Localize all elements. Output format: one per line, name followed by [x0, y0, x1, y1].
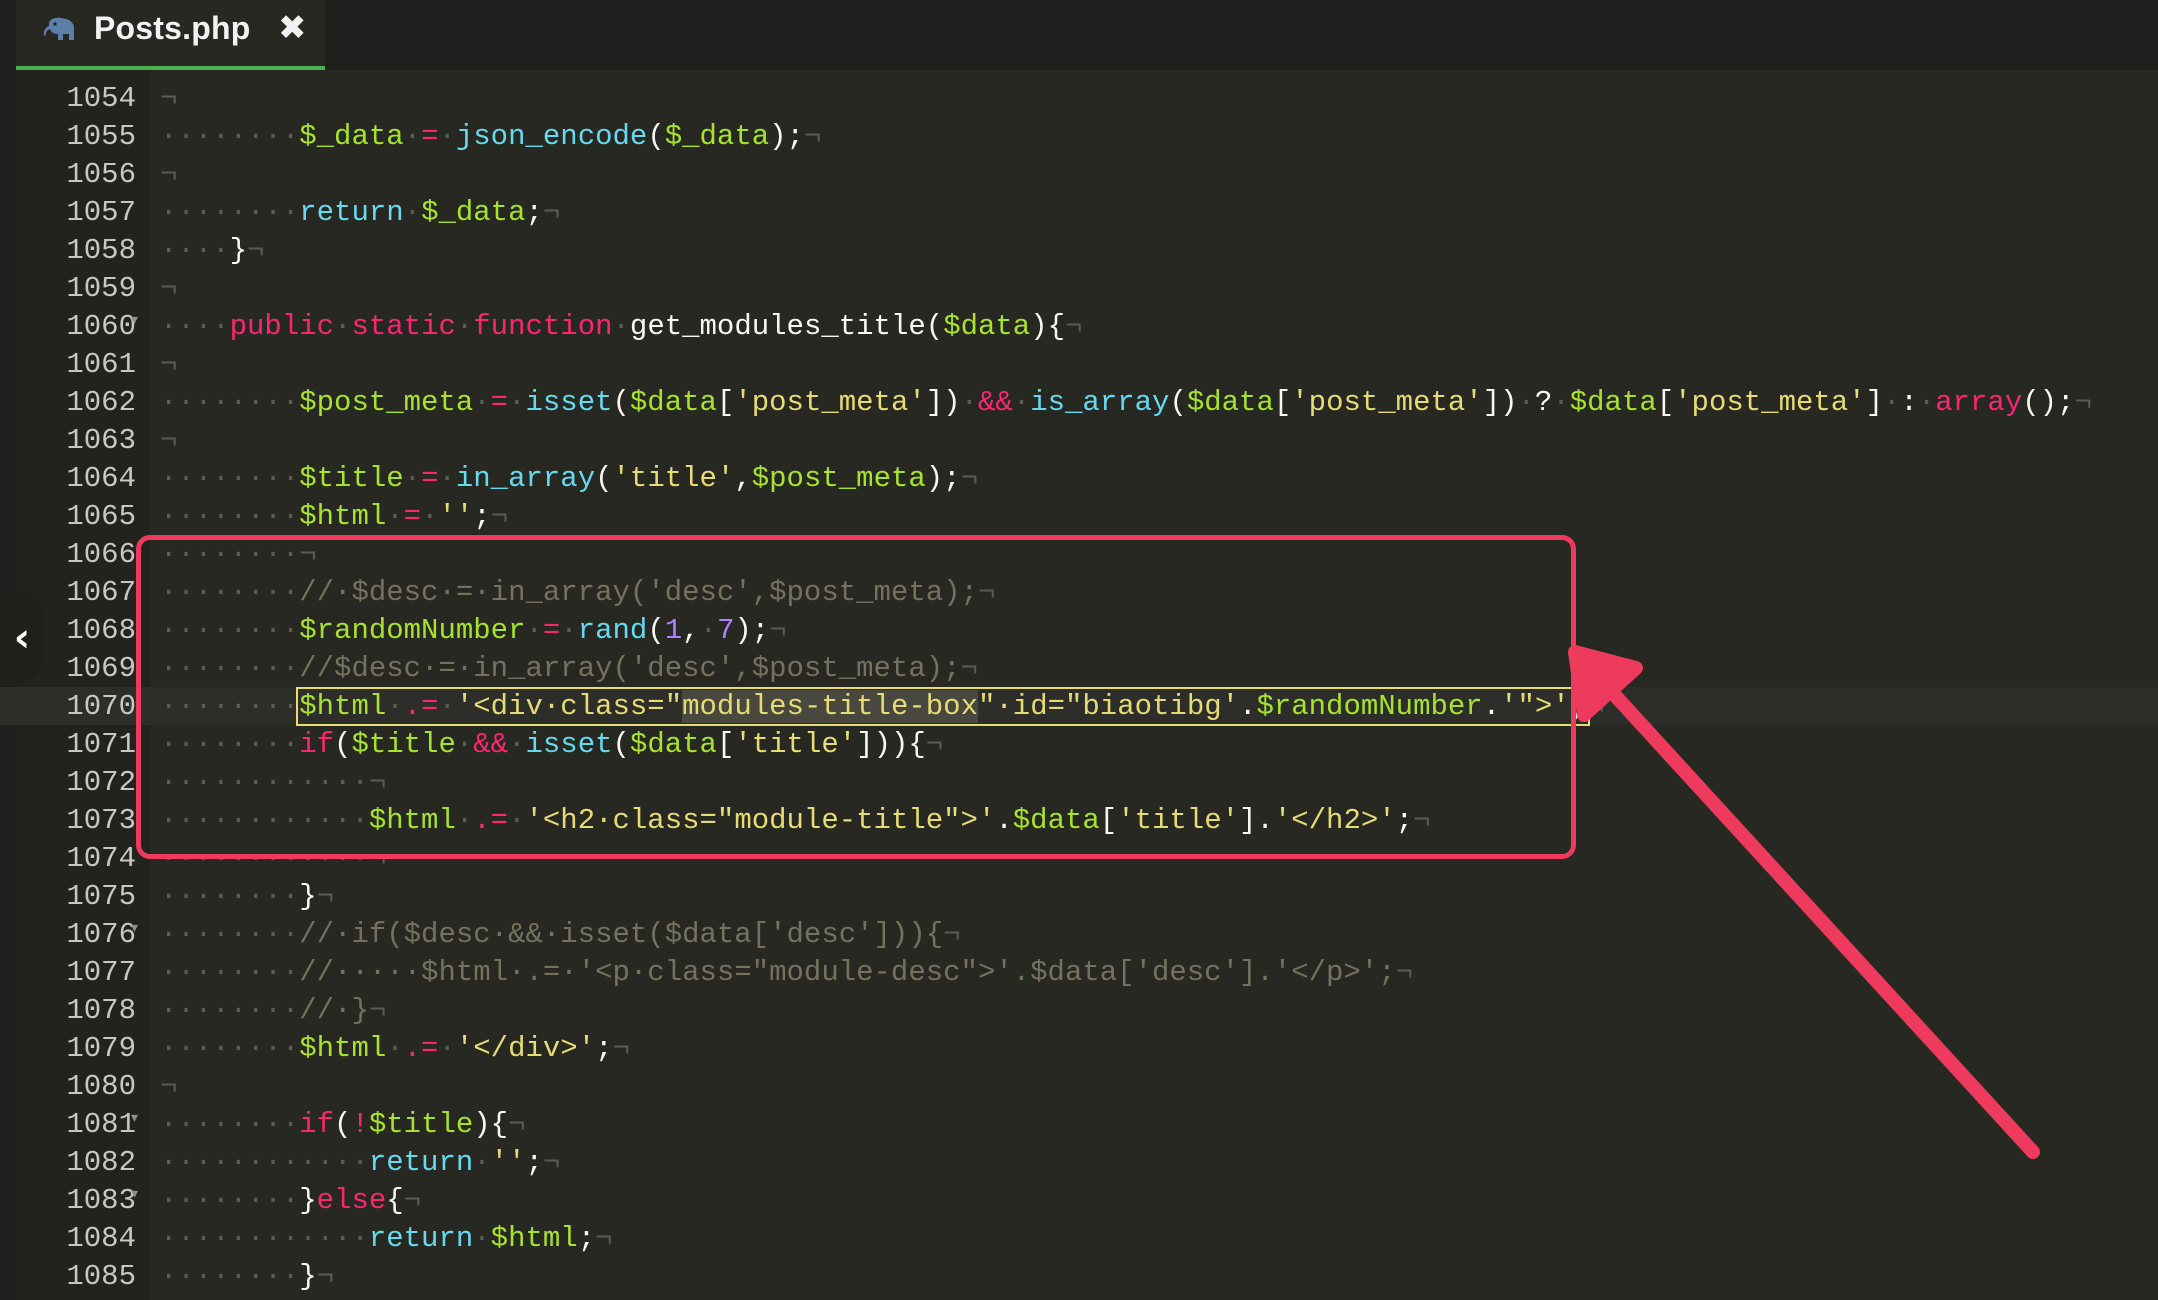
- annotation-arrow-shaft: [1610, 690, 2033, 1152]
- annotation-arrow: [0, 0, 2158, 1300]
